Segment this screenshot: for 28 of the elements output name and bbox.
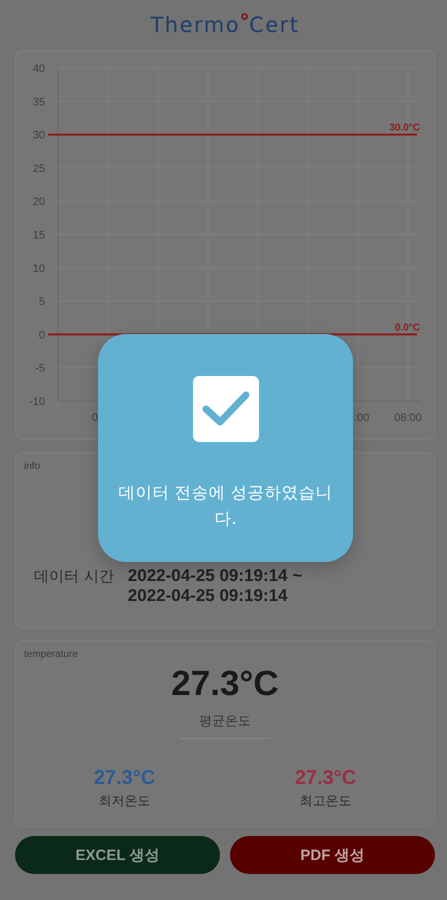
card-title: temperature [24, 649, 78, 660]
y-axis-label: -10 [29, 396, 45, 408]
dialog-message: 데이터 전송에 성공하였습니다. [117, 482, 334, 530]
average-label: 평균온도 [180, 712, 270, 739]
ring-icon [241, 13, 248, 20]
stat-value: 27.3°C [94, 767, 156, 790]
logo-text: Cert [249, 13, 300, 37]
average-temperature: 27.3°C [171, 664, 279, 704]
y-axis-label: 40 [32, 63, 45, 75]
y-axis-label: 30 [32, 130, 45, 142]
excel-button[interactable]: EXCEL 생성 [15, 836, 220, 874]
y-axis-label: 20 [32, 196, 45, 208]
y-axis-label: 0 [38, 329, 45, 342]
stat-label: 최저온도 [98, 793, 150, 810]
stat-value: 27.3°C [294, 767, 356, 790]
threshold-label: 30.0°C [389, 122, 420, 134]
x-axis-label: 08:00 [394, 412, 422, 424]
card-title: info [24, 461, 40, 472]
pdf-button[interactable]: PDF 생성 [230, 836, 435, 874]
y-axis-label: 15 [32, 230, 45, 242]
threshold-label: 0.0°C [394, 322, 420, 334]
info-value: 2022-04-25 09:19:14 ~ 2022-04-25 09:19:14 [128, 566, 302, 606]
x-axis-label: :00 [354, 412, 370, 424]
stat-label: 최고온도 [300, 793, 352, 810]
y-axis-label: 25 [32, 162, 45, 175]
info-label: 데이터 시간 [34, 566, 114, 586]
logo-text: Thermo [150, 13, 240, 37]
y-axis-label: 10 [32, 262, 45, 275]
